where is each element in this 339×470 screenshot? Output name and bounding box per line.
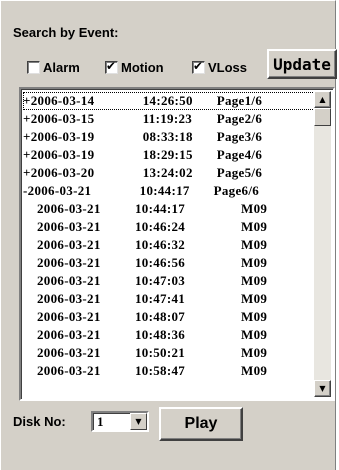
- arrow-up-icon: ▲: [319, 95, 326, 104]
- list-item[interactable]: 2006-03-21 10:46:56 M09: [23, 254, 315, 272]
- row-page: Page2/6: [216, 111, 263, 126]
- alarm-checkbox[interactable]: Alarm: [27, 59, 80, 75]
- row-time: 10:47:03: [135, 273, 186, 288]
- disk-no-select[interactable]: 1 ▼: [91, 411, 149, 432]
- disk-no-label: Disk No:: [13, 414, 66, 429]
- event-search-panel: Search by Event: Alarm Motion VLoss Upda…: [0, 0, 337, 470]
- row-date: 2006-03-19: [30, 129, 95, 144]
- motion-check-box[interactable]: [105, 59, 118, 74]
- row-date: 2006-03-14: [30, 93, 95, 108]
- row-prefix: +: [23, 111, 31, 126]
- vloss-label: VLoss: [208, 59, 248, 75]
- list-item[interactable]: +2006-03-19 08:33:18 Page3/6: [23, 128, 315, 146]
- alarm-label: Alarm: [43, 59, 80, 75]
- row-time: 14:26:50: [142, 93, 193, 108]
- row-code: M09: [241, 219, 268, 234]
- row-date: 2006-03-21: [37, 237, 101, 252]
- row-code: M09: [241, 363, 268, 378]
- row-date: 2006-03-21: [37, 219, 101, 234]
- row-time: 10:44:17: [139, 183, 190, 198]
- row-date: 2006-03-15: [30, 111, 95, 126]
- scroll-up-button[interactable]: ▲: [314, 91, 331, 108]
- dropdown-button[interactable]: ▼: [130, 413, 147, 430]
- list-item[interactable]: 2006-03-21 10:47:03 M09: [23, 272, 315, 290]
- play-button[interactable]: Play: [159, 407, 243, 441]
- row-time: 10:48:36: [135, 327, 186, 342]
- row-time: 08:33:18: [142, 129, 193, 144]
- row-time: 10:50:21: [135, 345, 186, 360]
- row-code: M09: [241, 255, 268, 270]
- row-date: 2006-03-21: [37, 309, 101, 324]
- update-button[interactable]: Update: [267, 49, 337, 79]
- list-item[interactable]: +2006-03-19 18:29:15 Page4/6: [23, 146, 315, 164]
- row-time: 18:29:15: [142, 147, 193, 162]
- row-date: 2006-03-21: [37, 345, 101, 360]
- motion-checkbox[interactable]: Motion: [105, 59, 164, 75]
- list-item[interactable]: 2006-03-21 10:48:07 M09: [23, 308, 315, 326]
- list-item[interactable]: -2006-03-21 10:44:17 Page6/6: [23, 182, 315, 200]
- list-item[interactable]: +2006-03-20 13:24:02 Page5/6: [23, 164, 315, 182]
- list-item[interactable]: 2006-03-21 10:47:41 M09: [23, 290, 315, 308]
- row-page: Page6/6: [213, 183, 260, 198]
- row-time: 10:58:47: [135, 363, 186, 378]
- search-heading: Search by Event:: [13, 25, 119, 40]
- row-time: 11:19:23: [142, 111, 193, 126]
- motion-label: Motion: [121, 59, 164, 75]
- list-item[interactable]: 2006-03-21 10:44:17 M09: [23, 200, 315, 218]
- row-time: 10:46:56: [135, 255, 186, 270]
- list-item[interactable]: 2006-03-21 10:58:47 M09: [23, 362, 315, 380]
- row-time: 10:48:07: [135, 309, 186, 324]
- row-time: 10:46:32: [135, 237, 186, 252]
- row-page: Page1/6: [216, 93, 263, 108]
- row-date: 2006-03-21: [37, 255, 101, 270]
- row-code: M09: [241, 273, 268, 288]
- row-time: 10:44:17: [135, 201, 186, 216]
- row-code: M09: [241, 291, 268, 306]
- alarm-check-box[interactable]: [27, 60, 40, 74]
- row-prefix: +: [23, 93, 31, 108]
- list-item[interactable]: +2006-03-15 11:19:23 Page2/6: [23, 110, 315, 128]
- row-date: 2006-03-21: [37, 327, 101, 342]
- row-page: Page4/6: [216, 147, 263, 162]
- scroll-down-button[interactable]: ▼: [314, 380, 331, 397]
- row-time: 13:24:02: [142, 165, 193, 180]
- row-date: 2006-03-21: [37, 201, 101, 216]
- row-code: M09: [241, 309, 268, 324]
- disk-no-value: 1: [97, 414, 104, 429]
- row-date: 2006-03-21: [27, 183, 92, 198]
- chevron-down-icon: ▼: [135, 417, 142, 426]
- row-date: 2006-03-20: [30, 165, 95, 180]
- row-time: 10:47:41: [135, 291, 186, 306]
- row-date: 2006-03-21: [37, 363, 101, 378]
- row-code: M09: [241, 345, 268, 360]
- list-item[interactable]: 2006-03-21 10:46:24 M09: [23, 218, 315, 236]
- row-page: Page5/6: [216, 165, 263, 180]
- row-code: M09: [241, 327, 268, 342]
- row-prefix: +: [23, 147, 31, 162]
- arrow-down-icon: ▼: [319, 384, 326, 393]
- row-code: M09: [241, 201, 268, 216]
- list-item[interactable]: +2006-03-14 14:26:50 Page1/6: [23, 92, 315, 110]
- list-item[interactable]: 2006-03-21 10:46:32 M09: [23, 236, 315, 254]
- vertical-scrollbar[interactable]: ▲ ▼: [314, 91, 331, 397]
- row-prefix: +: [23, 165, 31, 180]
- event-listbox[interactable]: +2006-03-14 14:26:50 Page1/6 +2006-03-15 11:…: [19, 87, 335, 401]
- scroll-thumb[interactable]: [314, 108, 331, 126]
- row-time: 10:46:24: [135, 219, 186, 234]
- row-date: 2006-03-21: [37, 291, 101, 306]
- vloss-checkbox[interactable]: VLoss: [192, 59, 247, 75]
- row-code: M09: [241, 237, 268, 252]
- list-item[interactable]: 2006-03-21 10:48:36 M09: [23, 326, 315, 344]
- list-item[interactable]: 2006-03-21 10:50:21 M09: [23, 344, 315, 362]
- row-page: Page3/6: [216, 129, 263, 144]
- row-date: 2006-03-19: [30, 147, 95, 162]
- row-date: 2006-03-21: [37, 273, 101, 288]
- row-prefix: +: [23, 129, 31, 144]
- vloss-check-box[interactable]: [192, 59, 205, 74]
- event-rows: +2006-03-14 14:26:50 Page1/6 +2006-03-15 11:…: [23, 92, 315, 380]
